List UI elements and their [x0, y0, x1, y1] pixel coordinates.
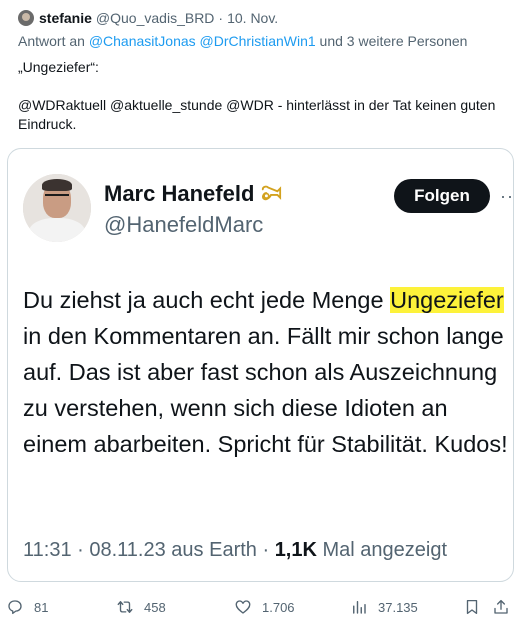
tweet-text: „Ungeziefer“: @WDRaktuell @aktuelle_stun… [18, 58, 508, 153]
quoted-user-name-text: Marc Hanefeld [104, 181, 255, 206]
quoted-source: aus Earth [171, 539, 257, 561]
quote-text-part: Du ziehst ja auch echt jede Menge [23, 287, 391, 313]
like-count: 1.706 [262, 599, 295, 615]
highlighted-word: Ungeziefer [390, 287, 504, 313]
more-icon: ··· [500, 186, 514, 206]
meta-separator: · [262, 539, 275, 561]
tweet-header: stefanie @Quo_vadis_BRD · 10. Nov. [18, 8, 510, 28]
tweet-text-line: @WDRaktuell @aktuelle_stunde @WDR - hint… [18, 97, 496, 132]
like-button[interactable]: 1.706 [234, 596, 295, 618]
author-handle[interactable]: @Quo_vadis_BRD [96, 10, 215, 26]
retweet-button[interactable]: 458 [116, 596, 166, 618]
reply-prefix: Antwort an [18, 33, 89, 49]
bookmark-button[interactable] [463, 596, 481, 618]
reply-suffix[interactable]: und 3 weitere Personen [316, 33, 468, 49]
tweet-text-line: „Ungeziefer“: [18, 59, 99, 75]
quoted-time: 11:31 [23, 539, 72, 561]
follow-button: Folgen [394, 179, 490, 213]
post-horn-icon [262, 185, 282, 201]
quoted-views-label: Mal angezeigt [322, 539, 448, 561]
retweet-icon [117, 601, 133, 613]
bookmark-icon [466, 599, 478, 615]
quoted-date: 08.11.23 [89, 539, 166, 561]
separator: · [218, 10, 224, 26]
tweet-date[interactable]: 10. Nov. [227, 10, 278, 26]
retweet-count: 458 [144, 599, 166, 615]
quoted-tweet-meta: 11:31 · 08.11.23 aus Earth · 1,1K Mal an… [23, 539, 447, 562]
user-avatar[interactable] [18, 10, 34, 26]
share-button[interactable] [492, 596, 510, 618]
quote-text-part: in den Kommentaren an. Fällt mir schon l… [23, 323, 508, 457]
quoted-user-avatar [23, 174, 91, 242]
heart-icon [235, 600, 251, 614]
quoted-user-handle: @HanefeldMarc [104, 212, 264, 237]
embedded-image[interactable]: Marc Hanefeld @HanefeldMarc Folgen ··· D… [7, 148, 514, 582]
reply-mentions[interactable]: @ChanasitJonas @DrChristianWin1 [89, 33, 316, 49]
quoted-tweet-text: Du ziehst ja auch echt jede Menge Ungezi… [23, 282, 511, 462]
views-button[interactable]: 37.135 [350, 596, 418, 618]
action-bar: 81 458 1.706 37.135 [0, 596, 520, 620]
share-icon [494, 599, 508, 614]
reply-icon [8, 600, 22, 615]
author-name[interactable]: stefanie [39, 10, 92, 26]
quoted-user-name: Marc Hanefeld [104, 181, 282, 207]
reply-to-line: Antwort an @ChanasitJonas @DrChristianWi… [18, 33, 467, 49]
analytics-icon [353, 601, 366, 614]
views-count: 37.135 [378, 599, 418, 615]
meta-separator: · [77, 539, 90, 561]
reply-count: 81 [34, 599, 49, 615]
reply-button[interactable]: 81 [6, 596, 48, 618]
quoted-views-count: 1,1K [274, 539, 317, 561]
